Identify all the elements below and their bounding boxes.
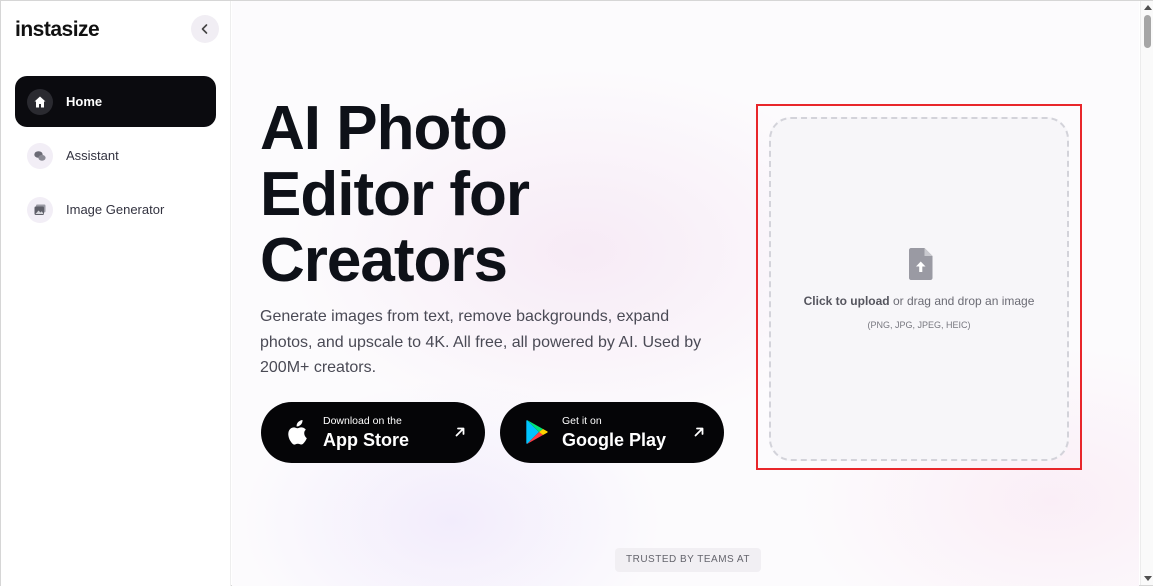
sidebar-item-home[interactable]: Home <box>15 76 216 127</box>
click-to-upload-link[interactable]: Click to upload <box>804 294 890 308</box>
sidebar-item-image-generator[interactable]: Image Generator <box>15 184 216 235</box>
google-play-icon <box>526 420 548 444</box>
chevron-left-icon <box>201 24 208 34</box>
file-upload-icon <box>909 248 933 280</box>
upload-highlight-frame: Click to upload or drag and drop an imag… <box>756 104 1082 470</box>
app-store-label: App Store <box>323 430 410 450</box>
upload-formats: (PNG, JPG, JPEG, HEIC) <box>867 320 971 330</box>
image-upload-dropzone[interactable]: Click to upload or drag and drop an imag… <box>769 117 1069 461</box>
upload-instructions-rest: or drag and drop an image <box>889 294 1035 308</box>
arrow-up-right-icon <box>455 427 465 437</box>
upload-instructions: Click to upload or drag and drop an imag… <box>771 294 1067 308</box>
home-icon <box>27 88 53 115</box>
google-play-caption: Get it on <box>562 415 602 427</box>
app-store-caption: Download on the <box>323 415 402 427</box>
arrow-up-right-icon <box>694 427 704 437</box>
trusted-by-badge: TRUSTED BY TEAMS AT <box>615 548 761 572</box>
image-gallery-icon <box>27 196 53 223</box>
sidebar-item-label: Home <box>66 94 103 109</box>
sidebar: instasize Home Assistant Image Generator <box>1 1 231 586</box>
google-play-button[interactable]: Get it on Google Play <box>500 402 724 463</box>
sidebar-item-label: Assistant <box>66 148 119 163</box>
apple-icon <box>288 420 307 445</box>
instasize-logo[interactable]: instasize <box>15 18 100 42</box>
vertical-scrollbar[interactable] <box>1140 1 1153 585</box>
hero-title: AI Photo Editor for Creators <box>260 96 680 294</box>
google-play-label: Google Play <box>562 430 667 450</box>
sidebar-item-assistant[interactable]: Assistant <box>15 130 216 181</box>
hero-title-line: AI Photo <box>260 94 508 163</box>
scroll-down-arrow-icon[interactable] <box>1144 576 1152 581</box>
hero-title-line: Creators <box>260 226 508 295</box>
scroll-thumb[interactable] <box>1144 15 1151 48</box>
hero-title-line: Editor for <box>260 160 530 229</box>
scroll-up-arrow-icon[interactable] <box>1144 5 1152 10</box>
collapse-sidebar-button[interactable] <box>191 15 219 43</box>
app-store-button[interactable]: Download on the App Store <box>261 402 485 463</box>
main-content: AI Photo Editor for Creators Generate im… <box>232 1 1139 586</box>
sidebar-item-label: Image Generator <box>66 202 165 217</box>
hero-subtitle: Generate images from text, remove backgr… <box>260 308 702 376</box>
chat-bubbles-icon <box>27 142 53 169</box>
